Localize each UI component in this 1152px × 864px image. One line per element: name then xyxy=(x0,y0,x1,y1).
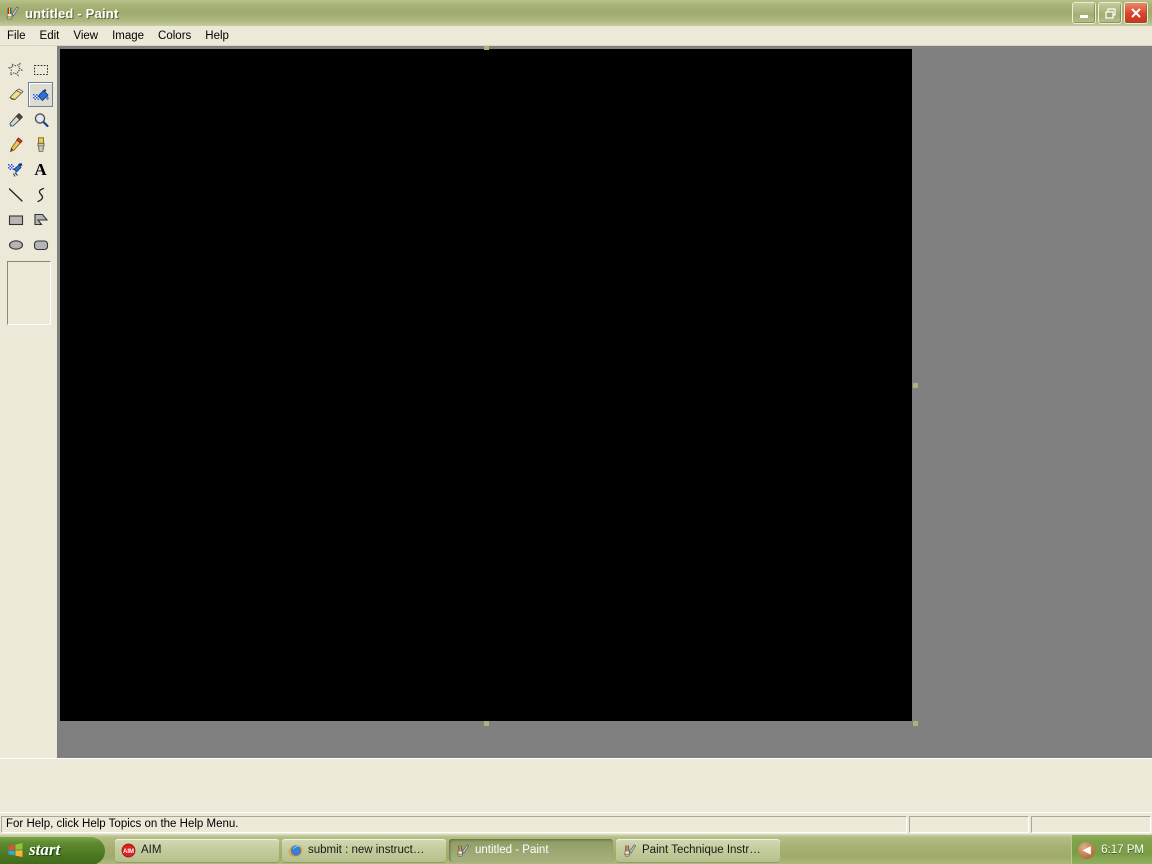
taskbar: start AIM AIM submit: new instruct… unt… xyxy=(0,834,1152,864)
polygon-tool[interactable] xyxy=(28,207,53,232)
free-form-select-icon xyxy=(7,61,23,77)
paint-bucket-icon xyxy=(32,88,49,101)
window-title: untitled - Paint xyxy=(25,5,119,21)
system-tray: ◀ 6:17 PM xyxy=(1071,835,1152,864)
maximize-button[interactable] xyxy=(1098,2,1122,24)
pick-color-tool[interactable] xyxy=(3,107,28,132)
pencil-tool[interactable] xyxy=(3,132,28,157)
paint-icon xyxy=(622,843,637,858)
status-bar: For Help, click Help Topics on the Help … xyxy=(0,812,1152,835)
taskbar-button-label: Paint Technique Instr… xyxy=(642,844,761,856)
magnifier-icon xyxy=(34,112,49,127)
eraser-tool[interactable] xyxy=(3,82,28,107)
taskbar-button-label: submit : new instruct… xyxy=(308,844,425,856)
ellipse-icon xyxy=(8,239,23,250)
chevron-left-icon[interactable]: ◀ xyxy=(1078,841,1096,859)
start-button[interactable]: start xyxy=(0,835,105,864)
menu-file[interactable]: File xyxy=(0,28,33,44)
taskbar-button-submit[interactable]: submit : new instruct… xyxy=(282,838,446,862)
start-label: start xyxy=(29,840,61,859)
paint-application-window: untitled - Paint File Edit View Image Co… xyxy=(0,0,1152,864)
rounded-rectangle-icon xyxy=(33,239,48,250)
restore-icon xyxy=(1104,7,1116,19)
application-body: A xyxy=(0,46,1152,846)
menu-edit[interactable]: Edit xyxy=(33,28,67,44)
rectangle-select-tool[interactable] xyxy=(28,57,53,82)
curve-icon xyxy=(36,187,44,202)
canvas-handle-top-middle[interactable] xyxy=(484,46,489,50)
taskbar-clock[interactable]: 6:17 PM xyxy=(1101,844,1144,856)
paintbrush-icon xyxy=(37,136,44,152)
minimize-button[interactable] xyxy=(1072,2,1096,24)
title-bar[interactable]: untitled - Paint xyxy=(0,0,1152,27)
taskbar-button-label: AIM xyxy=(141,844,162,856)
text-tool[interactable]: A xyxy=(28,157,53,182)
tool-options-panel[interactable] xyxy=(7,261,51,325)
ellipse-tool[interactable] xyxy=(3,232,28,257)
text-a-icon: A xyxy=(34,160,47,179)
line-icon xyxy=(8,187,23,202)
close-button[interactable] xyxy=(1124,2,1148,24)
magnifier-tool[interactable] xyxy=(28,107,53,132)
menu-view[interactable]: View xyxy=(66,28,105,44)
rectangle-icon xyxy=(8,214,23,225)
paint-icon xyxy=(4,5,20,21)
status-hint: For Help, click Help Topics on the Help … xyxy=(1,815,907,833)
rounded-rectangle-tool[interactable] xyxy=(28,232,53,257)
canvas-frame xyxy=(59,46,918,726)
canvas-handle-bottom-middle[interactable] xyxy=(484,721,489,726)
menu-image[interactable]: Image xyxy=(105,28,151,44)
drawing-canvas[interactable] xyxy=(60,49,912,721)
taskbar-buttons: AIM AIM submit : new instruct… untitled … xyxy=(105,838,1071,862)
canvas-handle-right-middle[interactable] xyxy=(913,383,918,388)
menu-help[interactable]: Help xyxy=(198,28,236,44)
canvas-handle-bottom-right[interactable] xyxy=(913,721,918,726)
internet-explorer-icon xyxy=(288,843,303,858)
tool-grid: A xyxy=(3,57,55,257)
eraser-icon xyxy=(8,88,24,100)
paint-icon xyxy=(455,843,470,858)
status-selection-size xyxy=(1031,815,1151,833)
taskbar-button-aim[interactable]: AIM AIM xyxy=(115,838,279,862)
canvas-scroll-area[interactable] xyxy=(57,46,1152,758)
menu-bar: File Edit View Image Colors Help xyxy=(0,26,1152,46)
status-cursor-position xyxy=(909,815,1029,833)
taskbar-button-untitled-paint[interactable]: untitled - Paint xyxy=(449,838,613,862)
airbrush-icon xyxy=(7,162,22,177)
airbrush-tool[interactable] xyxy=(3,157,28,182)
pencil-icon xyxy=(9,136,23,152)
svg-text:AIM: AIM xyxy=(123,849,134,855)
rectangle-select-icon xyxy=(33,64,48,75)
menu-colors[interactable]: Colors xyxy=(151,28,198,44)
color-palette-bar xyxy=(0,758,1152,846)
rectangle-tool[interactable] xyxy=(3,207,28,232)
polygon-icon xyxy=(33,213,48,225)
windows-logo-icon xyxy=(7,842,24,859)
aim-icon: AIM xyxy=(121,843,136,858)
minimize-icon xyxy=(1080,15,1088,18)
brush-tool[interactable] xyxy=(28,132,53,157)
taskbar-button-paint-technique[interactable]: Paint Technique Instr… xyxy=(616,838,780,862)
curve-tool[interactable] xyxy=(28,182,53,207)
taskbar-button-label: untitled - Paint xyxy=(475,844,549,856)
eyedropper-icon xyxy=(9,112,23,126)
close-icon xyxy=(1131,8,1141,18)
line-tool[interactable] xyxy=(3,182,28,207)
free-form-select-tool[interactable] xyxy=(3,57,28,82)
fill-tool[interactable] xyxy=(28,82,53,107)
toolbox: A xyxy=(0,46,58,758)
